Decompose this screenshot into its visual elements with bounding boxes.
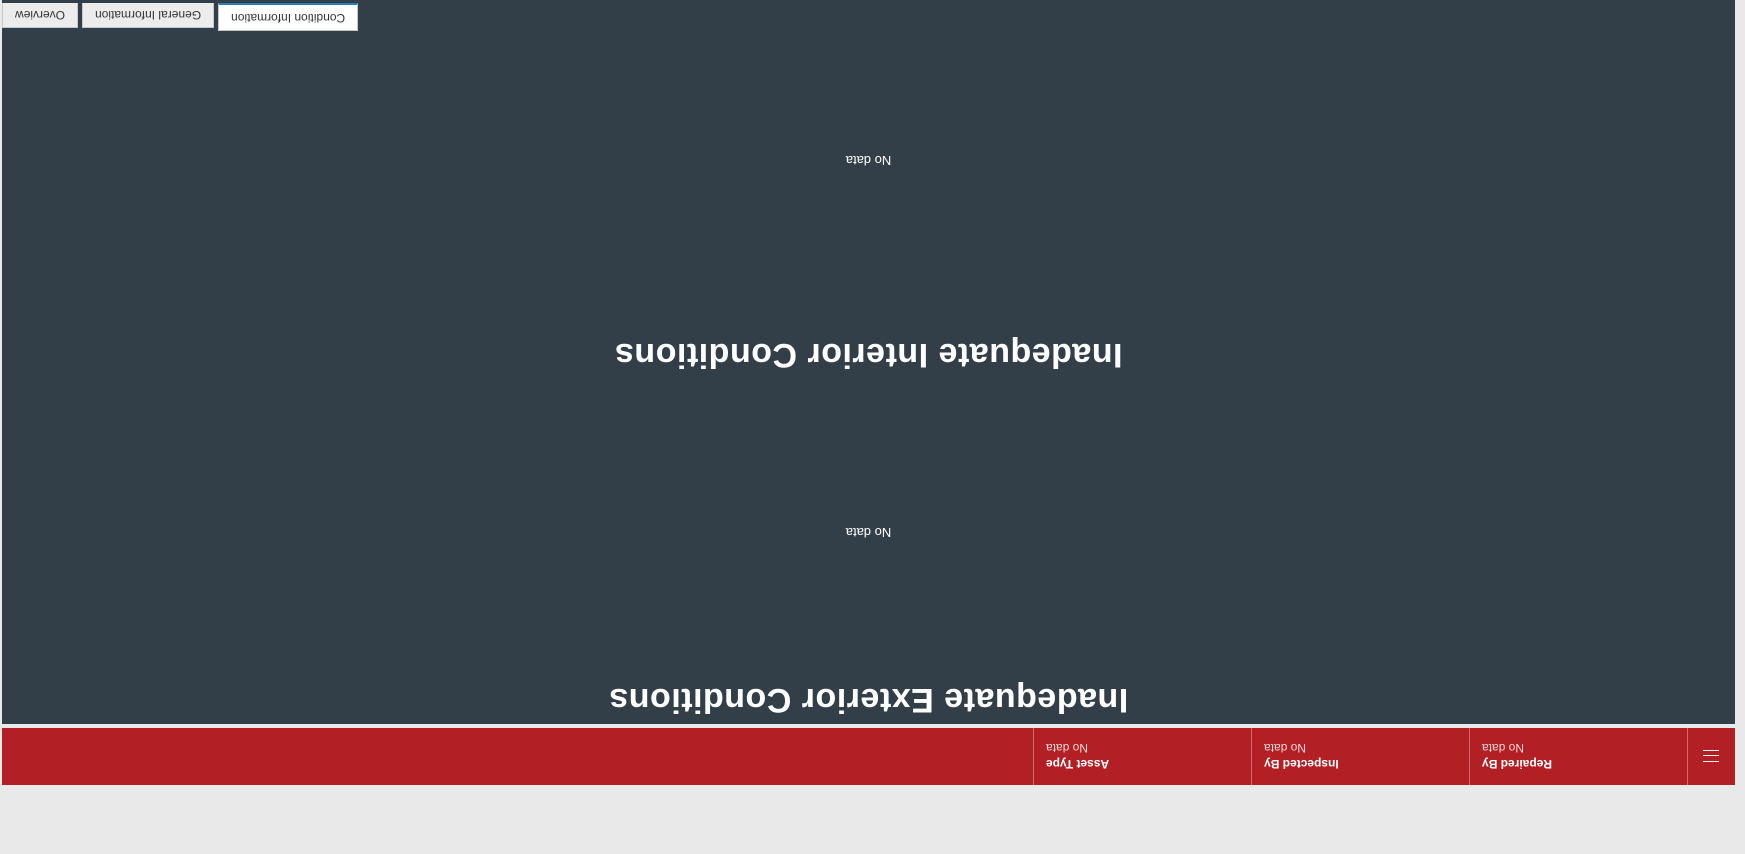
inspected-by-label: Inspected By (1264, 757, 1339, 772)
exterior-conditions-empty: No data (845, 525, 892, 540)
asset-type-label: Asset Type (1046, 757, 1110, 772)
tab-general-information[interactable]: General Information (82, 3, 215, 28)
header-bar: Repaired By No data Inspected By No data… (2, 728, 1735, 785)
condition-panel: Inadequate Exterior Conditions No data I… (2, 0, 1735, 724)
tab-bar: Condition Information General Informatio… (2, 3, 1735, 31)
exterior-conditions-title: Inadequate Exterior Conditions (608, 681, 1129, 719)
repaired-by-field: Repaired By No data (1469, 728, 1687, 785)
interior-conditions-empty: No data (845, 153, 892, 168)
dashboard-view: Repaired By No data Inspected By No data… (0, 0, 1745, 854)
asset-type-field: Asset Type No data (1033, 728, 1251, 785)
inspected-by-field: Inspected By No data (1251, 728, 1469, 785)
asset-type-value: No data (1046, 741, 1089, 756)
repaired-by-value: No data (1482, 741, 1525, 756)
repaired-by-label: Repaired By (1482, 757, 1553, 772)
menu-button[interactable] (1687, 728, 1735, 785)
interior-conditions-title: Inadequate Interior Conditions (614, 336, 1123, 374)
tab-condition-information[interactable]: Condition Information (218, 3, 359, 31)
tab-overview[interactable]: Overview (2, 3, 79, 28)
hamburger-menu-icon[interactable] (1703, 750, 1720, 763)
inspected-by-value: No data (1264, 741, 1307, 756)
